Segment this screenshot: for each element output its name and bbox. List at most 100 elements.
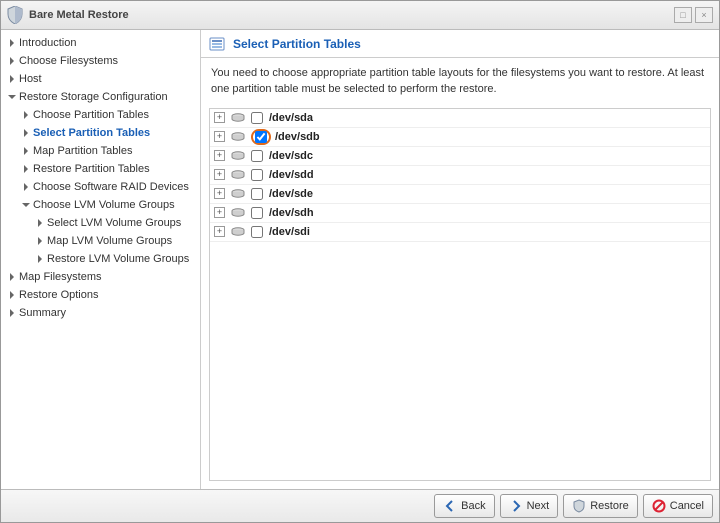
sidebar-item-label: Introduction xyxy=(19,36,76,50)
device-name: /dev/sdi xyxy=(269,226,310,238)
arrow-left-icon xyxy=(443,499,457,513)
sidebar-item-label: Host xyxy=(19,72,42,86)
device-name: /dev/sdd xyxy=(269,169,314,181)
cancel-button-label: Cancel xyxy=(670,500,704,512)
sidebar-item-label: Map LVM Volume Groups xyxy=(47,234,172,248)
sidebar-item-label: Restore Options xyxy=(19,288,98,302)
expand-button[interactable]: + xyxy=(214,226,225,237)
expand-button[interactable]: + xyxy=(214,169,225,180)
sidebar-item-host[interactable]: Host xyxy=(1,72,200,86)
sidebar-item-restore-partition-tables[interactable]: Restore Partition Tables xyxy=(1,162,200,176)
next-button-label: Next xyxy=(527,500,550,512)
chevron-right-icon[interactable] xyxy=(7,56,17,66)
panel-title: Select Partition Tables xyxy=(233,37,361,51)
sidebar-item-label: Summary xyxy=(19,306,66,320)
disk-icon xyxy=(231,227,245,237)
expand-button[interactable]: + xyxy=(214,207,225,218)
sidebar-item-label: Restore Storage Configuration xyxy=(19,90,168,104)
back-button-label: Back xyxy=(461,500,485,512)
device-name: /dev/sde xyxy=(269,188,313,200)
device-list: + /dev/sda + /dev/sdb + /dev/sdc + /dev/sdd + /de… xyxy=(209,108,711,481)
disk-icon xyxy=(231,170,245,180)
sidebar-item-select-lvm-volume-groups[interactable]: Select LVM Volume Groups xyxy=(1,216,200,230)
restore-button-label: Restore xyxy=(590,500,629,512)
panel-description: You need to choose appropriate partition… xyxy=(201,58,719,108)
expand-button[interactable]: + xyxy=(214,112,225,123)
chevron-right-icon[interactable] xyxy=(21,128,31,138)
chevron-right-icon[interactable] xyxy=(21,164,31,174)
main-panel: Select Partition Tables You need to choo… xyxy=(201,30,719,489)
sidebar-item-label: Choose Software RAID Devices xyxy=(33,180,189,194)
next-button[interactable]: Next xyxy=(500,494,559,518)
window-maximize-button[interactable]: □ xyxy=(674,7,692,23)
disk-icon xyxy=(231,208,245,218)
sidebar-item-label: Restore LVM Volume Groups xyxy=(47,252,189,266)
chevron-right-icon[interactable] xyxy=(7,308,17,318)
disk-icon xyxy=(231,113,245,123)
window-title: Bare Metal Restore xyxy=(29,9,671,21)
app-window: Bare Metal Restore □ × Introduction Choos… xyxy=(0,0,720,523)
device-name: /dev/sdb xyxy=(275,131,320,143)
device-checkbox[interactable] xyxy=(255,131,267,143)
sidebar-item-choose-filesystems[interactable]: Choose Filesystems xyxy=(1,54,200,68)
expand-button[interactable]: + xyxy=(214,188,225,199)
device-checkbox[interactable] xyxy=(251,226,263,238)
sidebar-item-choose-partition-tables[interactable]: Choose Partition Tables xyxy=(1,108,200,122)
sidebar-item-label: Choose Partition Tables xyxy=(33,108,149,122)
chevron-right-icon[interactable] xyxy=(21,110,31,120)
footer: Back Next Restore Cancel xyxy=(1,489,719,522)
chevron-right-icon[interactable] xyxy=(35,236,45,246)
device-row: + /dev/sdi xyxy=(210,223,710,242)
device-row: + /dev/sdb xyxy=(210,128,710,147)
sidebar-item-select-partition-tables[interactable]: Select Partition Tables xyxy=(1,126,200,140)
sidebar-item-restore-options[interactable]: Restore Options xyxy=(1,288,200,302)
device-checkbox[interactable] xyxy=(251,207,263,219)
partition-tables-icon xyxy=(209,35,227,53)
sidebar-item-map-lvm-volume-groups[interactable]: Map LVM Volume Groups xyxy=(1,234,200,248)
sidebar-item-map-filesystems[interactable]: Map Filesystems xyxy=(1,270,200,284)
chevron-down-icon[interactable] xyxy=(7,92,17,102)
chevron-down-icon[interactable] xyxy=(21,200,31,210)
window-close-button[interactable]: × xyxy=(695,7,713,23)
device-name: /dev/sdc xyxy=(269,150,313,162)
sidebar-item-restore-storage-configuration[interactable]: Restore Storage Configuration xyxy=(1,90,200,104)
sidebar-item-introduction[interactable]: Introduction xyxy=(1,36,200,50)
disk-icon xyxy=(231,132,245,142)
body: Introduction Choose Filesystems Host Restor… xyxy=(1,30,719,489)
device-row: + /dev/sdd xyxy=(210,166,710,185)
shield-icon xyxy=(572,499,586,513)
nav-tree: Introduction Choose Filesystems Host Restor… xyxy=(1,34,200,322)
sidebar-item-restore-lvm-volume-groups[interactable]: Restore LVM Volume Groups xyxy=(1,252,200,266)
highlight-ring xyxy=(251,129,271,145)
device-checkbox[interactable] xyxy=(251,169,263,181)
chevron-right-icon[interactable] xyxy=(35,218,45,228)
chevron-right-icon[interactable] xyxy=(35,254,45,264)
chevron-right-icon[interactable] xyxy=(7,74,17,84)
device-checkbox[interactable] xyxy=(251,188,263,200)
sidebar-item-map-partition-tables[interactable]: Map Partition Tables xyxy=(1,144,200,158)
chevron-right-icon[interactable] xyxy=(7,290,17,300)
device-checkbox[interactable] xyxy=(251,112,263,124)
cancel-icon xyxy=(652,499,666,513)
title-bar: Bare Metal Restore □ × xyxy=(1,1,719,30)
back-button[interactable]: Back xyxy=(434,494,494,518)
chevron-right-icon[interactable] xyxy=(7,38,17,48)
chevron-right-icon[interactable] xyxy=(21,146,31,156)
cancel-button[interactable]: Cancel xyxy=(643,494,713,518)
panel-header: Select Partition Tables xyxy=(201,30,719,58)
sidebar-item-choose-lvm-volume-groups[interactable]: Choose LVM Volume Groups xyxy=(1,198,200,212)
expand-button[interactable]: + xyxy=(214,131,225,142)
device-name: /dev/sda xyxy=(269,112,313,124)
device-row: + /dev/sde xyxy=(210,185,710,204)
sidebar-item-choose-software-raid-devices[interactable]: Choose Software RAID Devices xyxy=(1,180,200,194)
chevron-right-icon[interactable] xyxy=(7,272,17,282)
sidebar-item-summary[interactable]: Summary xyxy=(1,306,200,320)
device-row: + /dev/sda xyxy=(210,109,710,128)
chevron-right-icon[interactable] xyxy=(21,182,31,192)
sidebar-item-label: Choose LVM Volume Groups xyxy=(33,198,175,212)
restore-button[interactable]: Restore xyxy=(563,494,638,518)
expand-button[interactable]: + xyxy=(214,150,225,161)
app-shield-icon xyxy=(7,6,23,24)
device-checkbox[interactable] xyxy=(251,150,263,162)
device-name: /dev/sdh xyxy=(269,207,314,219)
